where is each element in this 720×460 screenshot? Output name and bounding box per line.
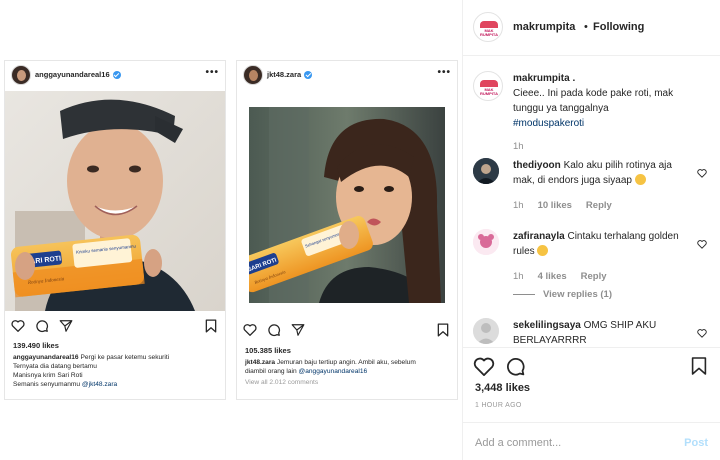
comment-item: sekelilingsaya OMG SHIP AKU BERLAYARRRR — [473, 318, 713, 347]
comment-username[interactable]: sekelilingsaya — [513, 320, 581, 331]
heart-icon[interactable] — [697, 168, 707, 178]
caption-line: Ternyata dia datang bertamu — [13, 363, 97, 370]
following-button[interactable]: Following — [593, 21, 644, 33]
timestamp[interactable]: 1h — [513, 141, 524, 152]
comment-text: sekelilingsaya OMG SHIP AKU BERLAYARRRR — [513, 318, 685, 347]
bookmark-icon[interactable] — [691, 356, 707, 376]
post-header: jkt48.zara ••• — [237, 61, 457, 89]
caption-text: makrumpita . Cieee.. Ini pada kode pake … — [513, 71, 703, 131]
comment-text: thediyoon Kalo aku pilih rotinya aja mak… — [513, 158, 685, 188]
post-comment-button[interactable]: Post — [684, 437, 708, 449]
avatar[interactable]: MAK RUMPITA — [473, 12, 503, 42]
comment-item: thediyoon Kalo aku pilih rotinya aja mak… — [473, 158, 713, 218]
post-username-text[interactable]: anggayunandareal16 — [35, 70, 110, 79]
post-likes[interactable]: 105.385 likes — [245, 346, 291, 355]
comment-likes[interactable]: 10 likes — [538, 200, 572, 211]
caption-meta: 1h — [513, 141, 524, 152]
comment-likes[interactable]: 4 likes — [538, 271, 567, 282]
heart-icon[interactable] — [473, 356, 495, 376]
avatar[interactable] — [11, 65, 31, 85]
caption-line: diambil orang lain — [245, 368, 297, 375]
bookmark-icon[interactable] — [437, 323, 449, 337]
post-likes[interactable]: 3,448 likes — [475, 382, 530, 394]
comment-meta: 1h 10 likes Reply — [513, 200, 612, 211]
post-username[interactable]: jkt48.zara — [267, 70, 313, 79]
more-icon[interactable]: ••• — [437, 67, 451, 78]
post-caption: anggayunandareal16 Pergi ke pasar ketemu… — [13, 353, 219, 389]
caption-body: Cieee.. Ini pada kode pake roti, mak tun… — [513, 88, 674, 114]
caption-line: Semanis senyumanmu — [13, 381, 81, 388]
panel-footer: 3,448 likes 1 HOUR AGO Post — [463, 347, 720, 460]
share-icon[interactable] — [59, 319, 73, 333]
post-card: jkt48.zara ••• SARI ROTI Sehangat senyum… — [236, 60, 458, 400]
avatar[interactable] — [473, 318, 499, 344]
photo-boy-with-bread: SARI ROTI Krimku semanis senyumanmu Roti… — [5, 91, 225, 311]
panel-header: MAK RUMPITA makrumpita • Following — [463, 0, 720, 56]
left-screenshot-area: anggayunandareal16 ••• SARI ROTI Krimku … — [0, 0, 462, 460]
post-likes[interactable]: 139.490 likes — [13, 341, 59, 350]
reply-button[interactable]: Reply — [586, 200, 612, 211]
post-actions — [473, 356, 711, 378]
avatar[interactable] — [243, 65, 263, 85]
post-caption: jkt48.zara Jemuran baju tertiup angin. A… — [245, 358, 451, 376]
heart-icon[interactable] — [11, 319, 25, 332]
comment-icon[interactable] — [267, 323, 281, 337]
laughing-emoji-icon — [537, 245, 549, 256]
avatar[interactable] — [473, 229, 499, 255]
post-photo[interactable]: SARI ROTI Sehangat senyummu Rotinya Indo… — [249, 107, 445, 303]
heart-icon[interactable] — [697, 239, 707, 249]
caption-comment: MAK RUMPITA makrumpita . Cieee.. Ini pad… — [473, 71, 713, 161]
heart-icon[interactable] — [697, 328, 707, 338]
bookmark-icon[interactable] — [205, 319, 217, 333]
more-icon[interactable]: ••• — [205, 67, 219, 78]
reply-button[interactable]: Reply — [581, 271, 607, 282]
avatar-logo-text: MAK RUMPITA — [480, 87, 498, 96]
comment-meta: 1h 4 likes Reply — [513, 271, 607, 282]
share-icon[interactable] — [291, 323, 305, 337]
heart-icon[interactable] — [243, 323, 257, 336]
verified-badge-icon — [112, 70, 121, 79]
post-timestamp[interactable]: 1 HOUR AGO — [475, 402, 522, 409]
post-username-text[interactable]: jkt48.zara — [267, 70, 301, 79]
view-replies-label[interactable]: View replies (1) — [543, 289, 612, 300]
header-username[interactable]: makrumpita — [513, 21, 575, 33]
comment-username[interactable]: zafiranayla — [513, 231, 565, 242]
laughing-emoji-icon — [634, 174, 646, 185]
post-header: anggayunandareal16 ••• — [5, 61, 225, 89]
comment-text: zafiranayla Cintaku terhalang golden rul… — [513, 229, 685, 259]
caption-line: Manisnya krim Sari Roti — [13, 372, 83, 379]
caption-username[interactable]: anggayunandareal16 — [13, 354, 79, 361]
post-actions — [243, 323, 453, 339]
comment-item: zafiranayla Cintaku terhalang golden rul… — [473, 229, 713, 309]
comment-icon[interactable] — [505, 356, 526, 377]
caption-username[interactable]: jkt48.zara — [245, 359, 275, 366]
comment-username[interactable]: thediyoon — [513, 160, 561, 171]
comment-icon[interactable] — [35, 319, 49, 333]
comments-list[interactable]: MAK RUMPITA makrumpita . Cieee.. Ini pad… — [463, 57, 720, 347]
verified-badge-icon — [304, 70, 313, 79]
post-detail-panel: MAK RUMPITA makrumpita • Following MAK R… — [462, 0, 720, 460]
avatar-logo-text: MAK RUMPITA — [480, 28, 498, 37]
photo-girl-with-bread: SARI ROTI Sehangat senyummu Rotinya Indo… — [249, 107, 445, 303]
post-username[interactable]: anggayunandareal16 — [35, 70, 121, 79]
post-photo[interactable]: SARI ROTI Krimku semanis senyumanmu Roti… — [5, 91, 225, 311]
caption-line: Pergi ke pasar ketemu sekuriti — [80, 354, 170, 361]
caption-mention[interactable]: @jkt48.zara — [82, 381, 117, 388]
caption-username[interactable]: makrumpita . — [513, 73, 575, 84]
avatar[interactable]: MAK RUMPITA — [473, 71, 503, 101]
add-comment-input[interactable] — [475, 434, 665, 452]
timestamp[interactable]: 1h — [513, 271, 524, 282]
caption-line: Jemuran baju tertiup angin. Ambil aku, s… — [276, 359, 416, 366]
post-actions — [11, 319, 221, 335]
timestamp[interactable]: 1h — [513, 200, 524, 211]
view-all-comments-link[interactable]: View all 2.012 comments — [245, 379, 318, 386]
hashtag-link[interactable]: #moduspakeroti — [513, 116, 703, 131]
header-separator: • — [584, 21, 588, 33]
view-replies-button[interactable]: View replies (1) — [513, 289, 612, 300]
avatar[interactable] — [473, 158, 499, 184]
add-comment-bar: Post — [463, 422, 720, 460]
caption-mention[interactable]: @anggayunandareal16 — [299, 368, 368, 375]
post-card: anggayunandareal16 ••• SARI ROTI Krimku … — [4, 60, 226, 400]
